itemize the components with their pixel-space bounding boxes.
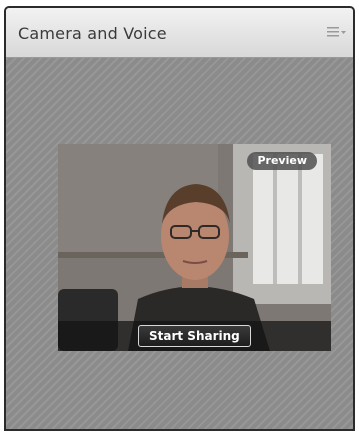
preview-badge: Preview	[247, 152, 317, 170]
webcam-image	[58, 144, 331, 351]
pod-titlebar: Camera and Voice	[6, 8, 353, 58]
camera-stage: Preview Start Sharing	[6, 58, 353, 429]
share-control-bar: Start Sharing	[58, 321, 331, 351]
webcam-preview: Preview Start Sharing	[58, 144, 331, 351]
camera-voice-pod: Camera and Voice Preview Start Sharing	[4, 6, 355, 431]
pod-title: Camera and Voice	[18, 24, 167, 43]
start-sharing-button[interactable]: Start Sharing	[138, 325, 251, 347]
pod-options-menu-icon[interactable]	[325, 24, 347, 40]
